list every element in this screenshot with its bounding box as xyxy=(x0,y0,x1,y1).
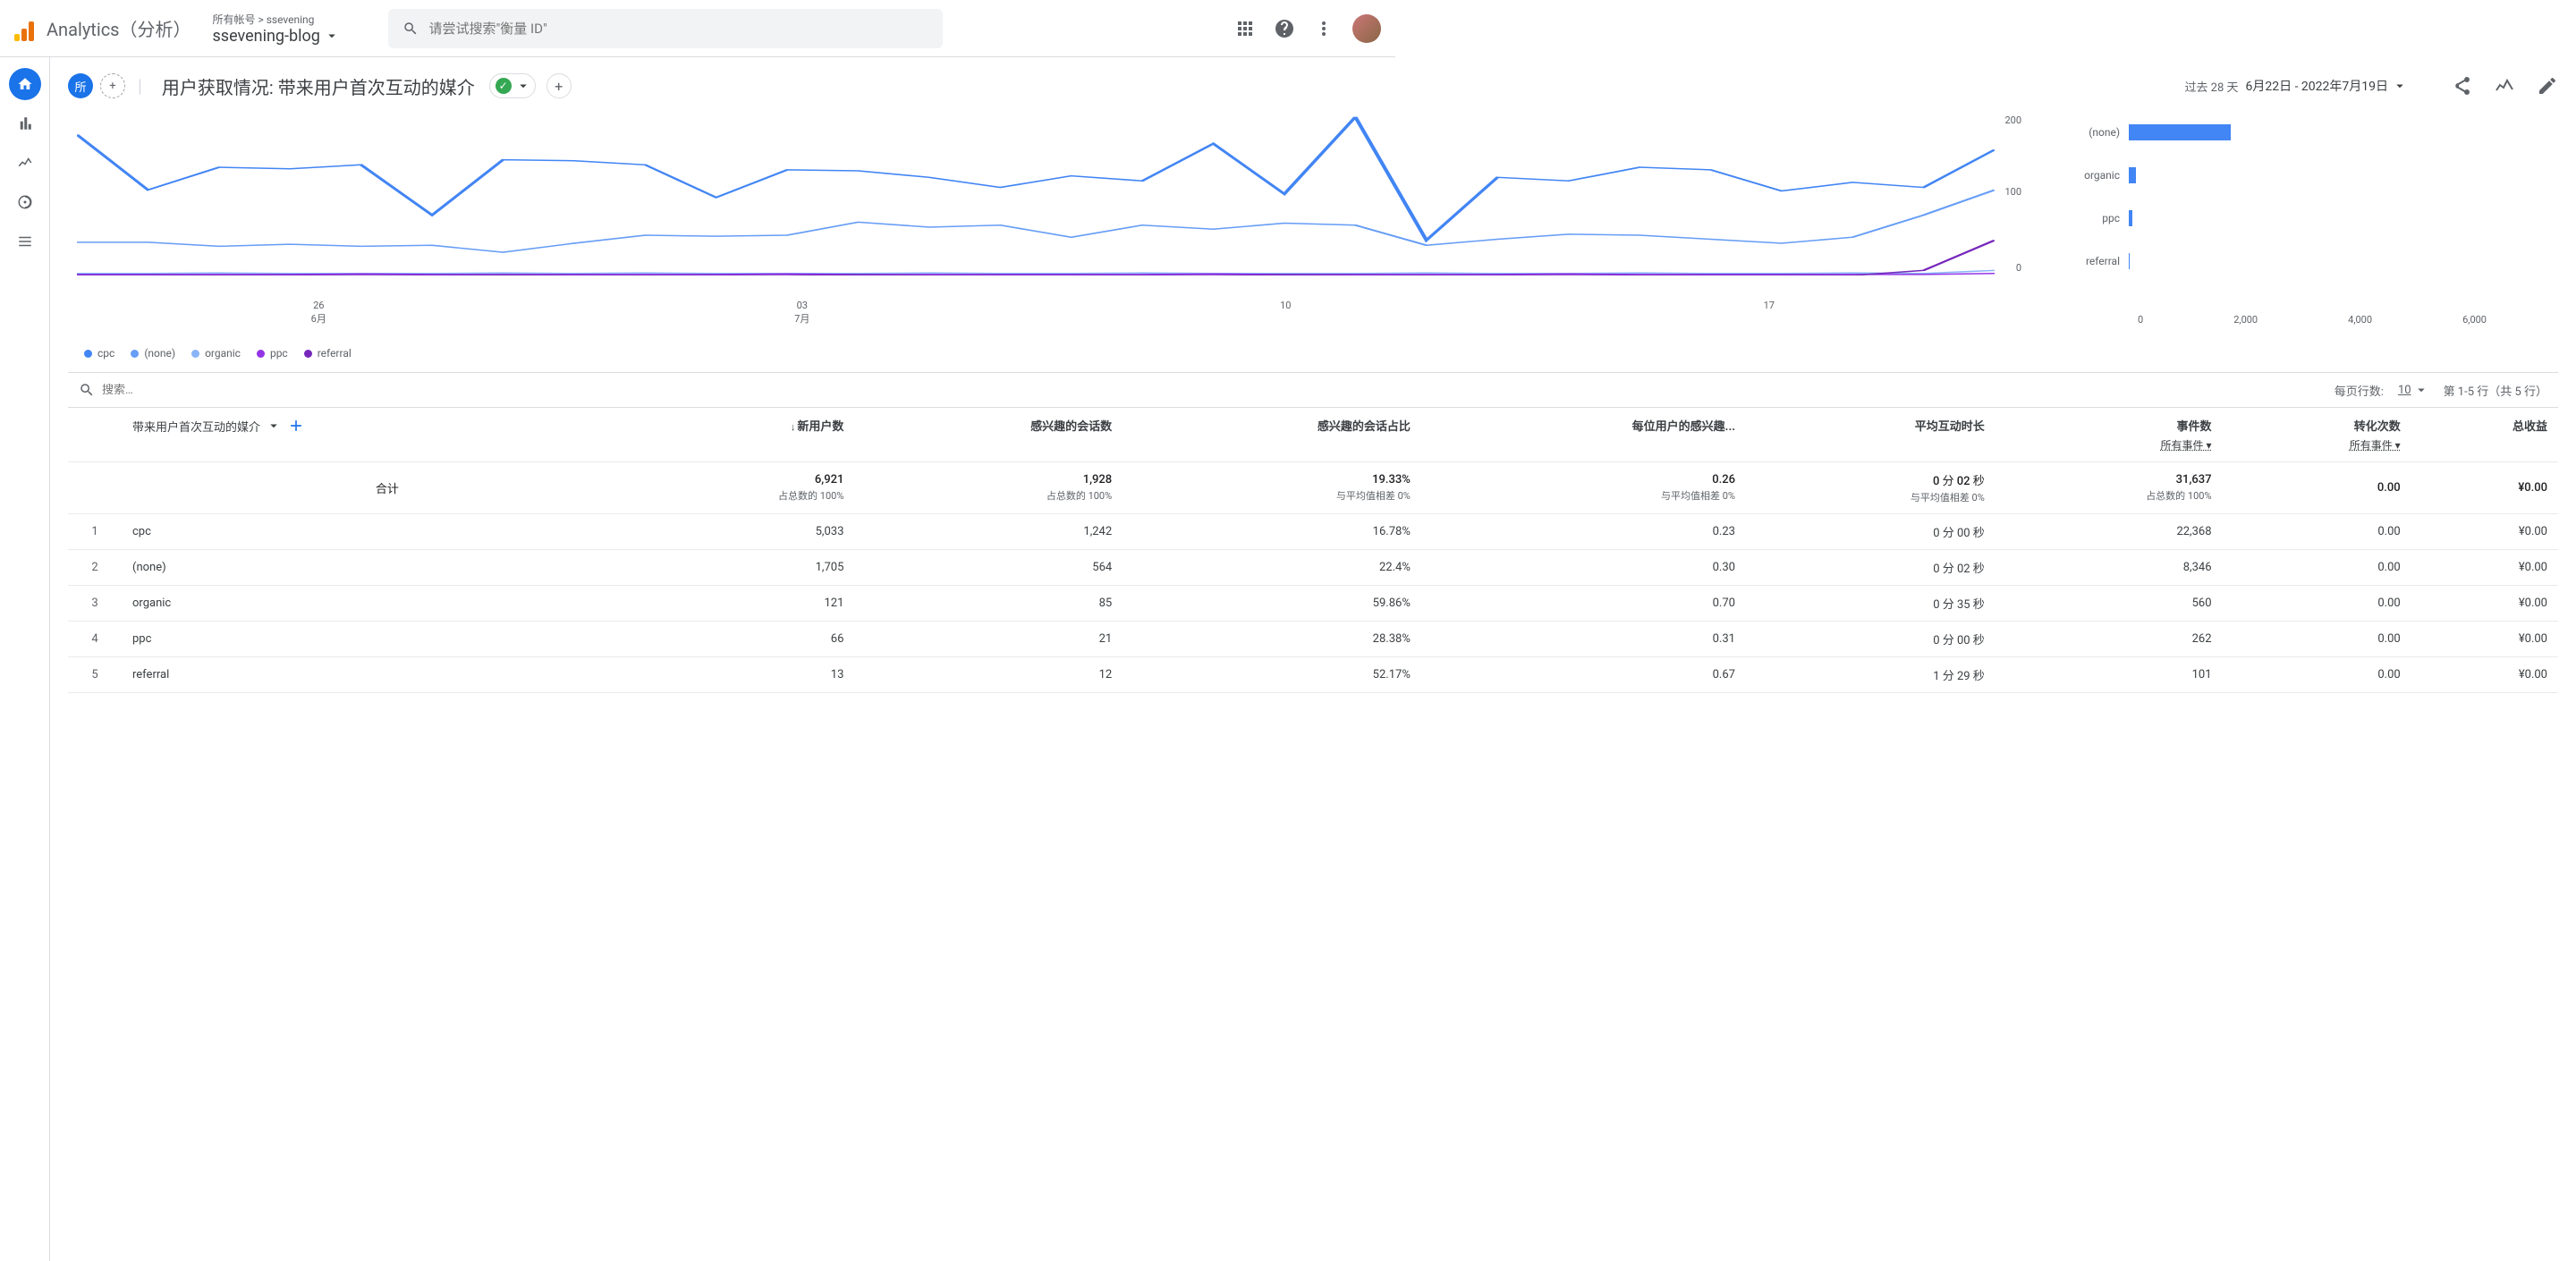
search-icon xyxy=(402,21,419,37)
column-header[interactable]: 总收益 xyxy=(2411,408,2558,462)
report-title: 用户获取情况: 带来用户首次互动的媒介 xyxy=(162,73,475,99)
segment-all-chip[interactable]: 所 xyxy=(68,73,93,98)
metric-filter[interactable]: 所有事件 ▾ xyxy=(2350,437,2401,453)
property-path: 所有帐号 > ssevening xyxy=(213,12,374,27)
line-x-axis: 266月 037月 10 17 xyxy=(77,300,2011,326)
line-chart: 200 100 0 266月 037月 10 17 xyxy=(77,114,2021,338)
apps-icon[interactable] xyxy=(1234,18,1256,39)
data-table: 带来用户首次互动的媒介 ↓新用户数感兴趣的会话数感兴趣的会话占比每位用户的感兴趣… xyxy=(68,408,2558,693)
table-row[interactable]: 1cpc5,0331,24216.78%0.230 分 00 秒22,3680.… xyxy=(68,514,2558,550)
column-header[interactable]: ↓新用户数 xyxy=(628,408,855,462)
add-segment-chip[interactable]: + xyxy=(100,73,125,98)
table-search-input[interactable] xyxy=(102,384,250,397)
ga-logo-icon xyxy=(14,16,39,41)
column-header[interactable]: 转化次数所有事件 ▾ xyxy=(2223,408,2411,462)
legend-item[interactable]: referral xyxy=(304,347,352,360)
nav-reports[interactable] xyxy=(9,107,41,140)
column-header[interactable]: 每位用户的感兴趣... xyxy=(1421,408,1746,462)
nav-home[interactable] xyxy=(9,68,41,100)
help-icon[interactable] xyxy=(1274,18,1295,39)
property-name: ssevening-blog xyxy=(213,27,374,46)
ga-logo[interactable]: Analytics（分析） xyxy=(14,15,191,41)
more-vert-icon[interactable] xyxy=(1313,18,1335,39)
chevron-down-icon xyxy=(2392,78,2408,94)
avatar[interactable] xyxy=(1352,14,1381,43)
legend-item[interactable]: ppc xyxy=(257,347,288,360)
rows-per-page-label: 每页行数: xyxy=(2334,382,2384,399)
chart-legend: cpc (none) organic ppc referral xyxy=(84,347,2558,360)
pagination-range: 第 1-5 行（共 5 行） xyxy=(2444,382,2547,399)
chevron-down-icon xyxy=(324,28,340,44)
bar-row: ppc xyxy=(2057,200,2487,236)
y-tick: 200 xyxy=(2004,114,2021,126)
share-icon[interactable] xyxy=(2451,75,2472,97)
property-picker[interactable]: 所有帐号 > ssevening ssevening-blog xyxy=(213,12,374,46)
charts-row: 200 100 0 266月 037月 10 17 (none) organic p… xyxy=(77,114,2549,338)
table-row[interactable]: 4ppc662128.38%0.310 分 00 秒2620.00¥0.00 xyxy=(68,622,2558,657)
column-header[interactable]: 平均互动时长 xyxy=(1746,408,1996,462)
report-actions xyxy=(2451,75,2558,97)
bar-row: organic xyxy=(2057,157,2487,193)
table-search[interactable] xyxy=(79,382,2327,398)
status-chip[interactable]: ✓ xyxy=(489,73,536,98)
column-header[interactable]: 事件数所有事件 ▾ xyxy=(1996,408,2223,462)
logo-text: Analytics（分析） xyxy=(47,15,191,41)
table-controls: 每页行数: 10 第 1-5 行（共 5 行） xyxy=(68,372,2558,408)
table-row[interactable]: 2(none)1,70556422.4%0.300 分 02 秒8,3460.0… xyxy=(68,550,2558,586)
line-chart-svg xyxy=(77,114,1995,275)
edit-icon[interactable] xyxy=(2537,75,2558,97)
report-header: 所 + | 用户获取情况: 带来用户首次互动的媒介 ✓ + 过去 28 天 6月… xyxy=(68,57,2558,114)
totals-row: 合计6,921占总数的 100%1,928占总数的 100%19.33%与平均值… xyxy=(68,462,2558,514)
date-range-picker[interactable]: 过去 28 天 6月22日 - 2022年7月19日 xyxy=(2184,77,2408,95)
metric-filter[interactable]: 所有事件 ▾ xyxy=(2161,437,2212,453)
table-header-row: 带来用户首次互动的媒介 ↓新用户数感兴趣的会话数感兴趣的会话占比每位用户的感兴趣… xyxy=(68,408,2558,462)
chevron-down-icon xyxy=(2413,382,2429,398)
legend-item[interactable]: (none) xyxy=(131,347,175,360)
bar-row: referral xyxy=(2057,243,2487,279)
app-header: Analytics（分析） 所有帐号 > ssevening ssevening… xyxy=(0,0,1395,57)
table-row[interactable]: 3organic1218559.86%0.700 分 35 秒5600.00¥0… xyxy=(68,586,2558,622)
check-icon: ✓ xyxy=(496,78,512,94)
header-actions xyxy=(1234,14,1381,43)
bar-chart: (none) organic ppc referral 0 2,000 4,000 6… xyxy=(2057,114,2549,338)
rows-per-page-select[interactable]: 10 xyxy=(2398,382,2429,398)
nav-configure[interactable] xyxy=(9,225,41,258)
chevron-down-icon xyxy=(266,418,282,434)
search-box[interactable] xyxy=(388,9,943,48)
dimension-picker[interactable]: 带来用户首次互动的媒介 xyxy=(132,418,260,435)
column-header[interactable]: 感兴趣的会话数 xyxy=(854,408,1123,462)
insights-icon[interactable] xyxy=(2494,75,2515,97)
search-icon xyxy=(79,382,95,398)
nav-advertising[interactable] xyxy=(9,186,41,218)
search-input[interactable] xyxy=(429,21,928,37)
report-content: 所 + | 用户获取情况: 带来用户首次互动的媒介 ✓ + 过去 28 天 6月… xyxy=(50,57,2576,1261)
column-header[interactable]: 感兴趣的会话占比 xyxy=(1123,408,1421,462)
nav-explore[interactable] xyxy=(9,147,41,179)
bar-row: (none) xyxy=(2057,114,2487,150)
bar-x-axis: 0 2,000 4,000 6,000 xyxy=(2138,314,2487,326)
left-nav xyxy=(0,57,50,1261)
add-comparison-button[interactable]: + xyxy=(547,73,572,98)
add-dimension-button[interactable] xyxy=(287,417,305,435)
chevron-down-icon xyxy=(515,78,531,94)
legend-item[interactable]: cpc xyxy=(84,347,114,360)
y-tick: 0 xyxy=(2016,262,2021,274)
legend-item[interactable]: organic xyxy=(191,347,241,360)
y-tick: 100 xyxy=(2004,186,2021,198)
table-row[interactable]: 5referral131252.17%0.671 分 29 秒1010.00¥0… xyxy=(68,657,2558,693)
